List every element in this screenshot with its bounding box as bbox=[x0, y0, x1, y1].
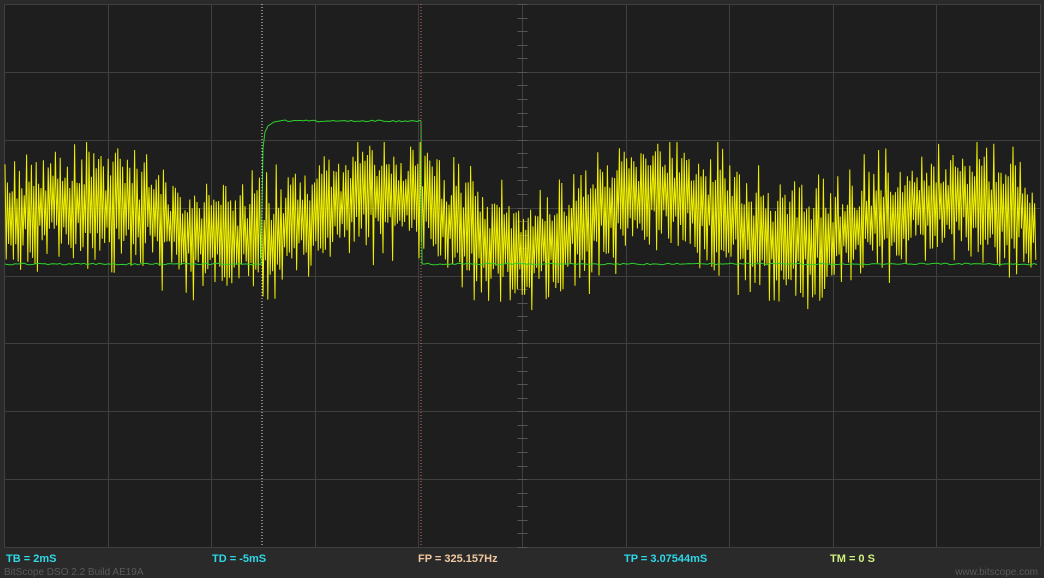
timebase-readout: TB = 2mS bbox=[6, 553, 57, 565]
oscilloscope-display bbox=[4, 4, 1041, 548]
website-link[interactable]: www.bitscope.com bbox=[955, 567, 1038, 578]
frequency-readout: FP = 325.157Hz bbox=[418, 553, 498, 565]
trigger-delay-readout: TD = -5mS bbox=[212, 553, 267, 565]
build-info: BitScope DSO 2.2 Build AE19A bbox=[4, 567, 144, 578]
time-marker-readout: TM = 0 S bbox=[830, 553, 875, 565]
period-readout: TP = 3.07544mS bbox=[624, 553, 708, 565]
